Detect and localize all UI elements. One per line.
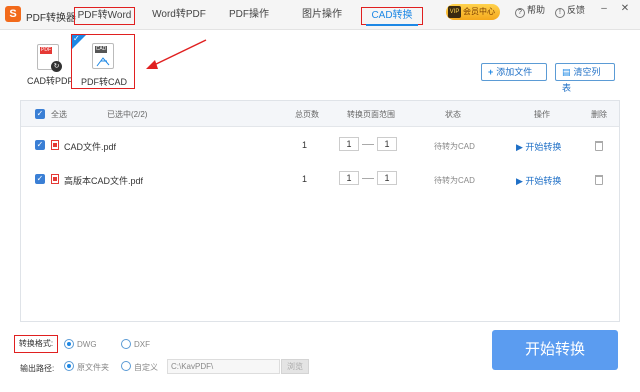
plus-icon: + (488, 67, 494, 77)
page-to-input[interactable]: 1 (377, 137, 397, 151)
delete-icon[interactable] (595, 175, 603, 185)
pdf-to-cad-icon: CAD (92, 43, 114, 69)
tool-pdf-to-cad[interactable]: ✓ CAD PDF转CAD (71, 34, 135, 89)
vip-center-label: 会员中心 (463, 7, 495, 16)
page-to-input[interactable]: 1 (377, 171, 397, 185)
table-row: ✓ CAD文件.pdf 1 1 1 待转为CAD ▶ 开始转换 (21, 129, 619, 163)
play-icon: ▶ (516, 176, 526, 186)
output-source-folder-radio[interactable] (64, 361, 74, 371)
format-dwg-label: DWG (77, 340, 97, 349)
browse-button[interactable]: 浏览 (281, 359, 309, 374)
header-action: 操作 (534, 110, 550, 119)
select-all-label: 全选 (51, 110, 67, 119)
format-dxf-label: DXF (134, 340, 150, 349)
help-link[interactable]: ? 帮助 (515, 4, 545, 18)
start-convert-button[interactable]: 开始转换 (492, 330, 618, 370)
pdf-file-icon (51, 174, 59, 184)
tab-cad-convert[interactable]: CAD转换 (361, 7, 423, 26)
row-checkbox[interactable]: ✓ (35, 140, 45, 150)
clear-list-button[interactable]: ▤ 清空列表 (555, 63, 615, 93)
output-custom-radio[interactable] (121, 361, 131, 371)
tab-pdf-operations[interactable]: PDF操作 (226, 7, 272, 25)
tool-cad-to-pdf[interactable]: PDF ↻ CAD转PDF (22, 38, 78, 88)
page-count: 1 (302, 140, 308, 150)
page-from-input[interactable]: 1 (339, 171, 359, 185)
output-source-folder-label: 原文件夹 (77, 363, 109, 372)
feedback-label: 反馈 (567, 5, 586, 15)
help-label: 帮助 (527, 5, 546, 15)
vip-crown-icon: VIP (448, 6, 461, 18)
table-header: ✓ 全选 已选中(2/2) 总页数 转换页面范围 状态 操作 删除 (21, 101, 619, 127)
tool-cad-to-pdf-label: CAD转PDF (26, 76, 73, 86)
page-from-input[interactable]: 1 (339, 137, 359, 151)
add-files-label: 添加文件 (496, 67, 533, 77)
play-icon: ▶ (516, 142, 526, 152)
header-status: 状态 (445, 110, 461, 119)
selected-check-icon: ✓ (73, 34, 80, 43)
feedback-icon: ! (555, 8, 565, 18)
row-status: 待转为CAD (434, 176, 475, 185)
file-table: ✓ 全选 已选中(2/2) 总页数 转换页面范围 状态 操作 删除 ✓ CAD文… (20, 100, 620, 322)
app-logo-icon: S (5, 6, 21, 22)
tool-pdf-to-cad-label: PDF转CAD (80, 77, 127, 87)
row-status: 待转为CAD (434, 142, 475, 151)
page-count: 1 (302, 174, 308, 184)
tab-word-to-pdf[interactable]: Word转PDF (148, 7, 210, 25)
header-page-range: 转换页面范围 (347, 110, 395, 119)
row-start-convert-link[interactable]: ▶ 开始转换 (516, 174, 561, 187)
tab-image-operations[interactable]: 图片操作 (299, 7, 345, 25)
vip-center-button[interactable]: VIP 会员中心 (446, 4, 500, 20)
minimize-icon[interactable]: – (597, 3, 611, 14)
output-custom-label: 自定义 (134, 363, 158, 372)
header-delete: 删除 (591, 110, 607, 119)
selected-count: 已选中(2/2) (107, 110, 148, 119)
table-row: ✓ 高版本CAD文件.pdf 1 1 1 待转为CAD ▶ 开始转换 (21, 163, 619, 197)
title-bar: S PDF转换器 PDF转Word Word转PDF PDF操作 图片操作 CA… (0, 0, 640, 30)
format-dxf-radio[interactable] (121, 339, 131, 349)
output-path-label: 输出路径: (20, 364, 55, 373)
delete-icon[interactable] (595, 141, 603, 151)
tab-pdf-to-word[interactable]: PDF转Word (74, 7, 135, 25)
format-dwg-radio[interactable] (64, 339, 74, 349)
help-icon: ? (515, 8, 525, 18)
select-all-checkbox[interactable]: ✓ (35, 109, 45, 119)
add-files-button[interactable]: + 添加文件 (481, 63, 547, 81)
file-name: CAD文件.pdf (64, 142, 117, 152)
pdf-file-icon (51, 140, 59, 150)
cad-to-pdf-icon: PDF ↻ (37, 44, 62, 72)
header-total-pages: 总页数 (295, 110, 319, 119)
file-name: 高版本CAD文件.pdf (64, 176, 144, 186)
format-label: 转换格式: (14, 335, 58, 353)
close-icon[interactable]: ✕ (618, 3, 632, 14)
feedback-link[interactable]: ! 反馈 (555, 4, 585, 18)
app-title: PDF转换器 (26, 13, 76, 24)
row-start-convert-link[interactable]: ▶ 开始转换 (516, 140, 561, 153)
row-checkbox[interactable]: ✓ (35, 174, 45, 184)
output-path-input[interactable]: C:\KavPDF\ (167, 359, 280, 374)
clear-list-icon: ▤ (562, 67, 571, 77)
